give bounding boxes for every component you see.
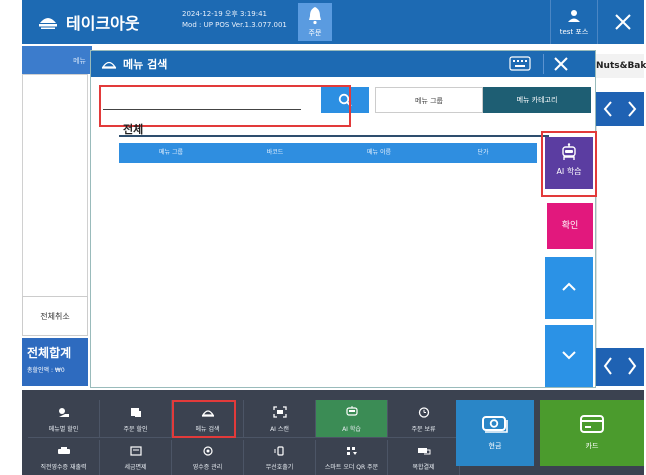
dialog-title: 메뉴 검색 [123, 58, 168, 71]
reprint-receipt-button[interactable]: 직전영수증 재출력 [28, 440, 100, 475]
printer-icon [57, 447, 70, 454]
user-icon [568, 10, 580, 22]
pager-button[interactable]: 무선호출기 [244, 440, 316, 475]
table-header: 메뉴 그룹 바코드 메뉴 이름 단가 [119, 143, 537, 163]
order-hold-label: 주문 보류 [411, 426, 436, 433]
version-text: Mod : UP POS Ver.1.3.077.001 [182, 21, 287, 29]
pos-screen: 테이크아웃 2024-12-19 오후 3:19:41 Mod : UP POS… [22, 0, 646, 475]
category-tab-nuts-bakes[interactable]: Nuts&Bakes [596, 54, 646, 78]
discount-icon [58, 408, 69, 417]
smart-order-qr-label: 스마트 오더 QR 주문 [324, 464, 379, 471]
cancel-all-button[interactable]: 전체취소 [22, 296, 88, 336]
robot-icon [345, 406, 358, 416]
next-category-button[interactable] [620, 92, 644, 126]
confirm-button[interactable]: 확인 [547, 203, 593, 249]
order-bell-label: 주문 [308, 29, 322, 37]
receipt-management-button[interactable]: 영수증 관리 [172, 440, 244, 475]
dialog-header: 메뉴 검색 [91, 51, 595, 77]
card-payment-button[interactable]: 카드 [540, 400, 644, 466]
menu-discount-label: 메뉴별 할인 [48, 426, 79, 433]
pager-label: 무선호출기 [265, 464, 294, 471]
order-discount-button[interactable]: 주문 할인 [100, 400, 172, 438]
alarm-clock-icon [418, 407, 429, 418]
scan-icon [272, 406, 287, 418]
top-bar: 테이크아웃 2024-12-19 오후 3:19:41 Mod : UP POS… [22, 0, 644, 44]
split-payment-icon [417, 448, 430, 455]
cash-label: 현금 [488, 442, 502, 450]
ai-scan-label: AI 스캔 [270, 426, 289, 433]
scroll-down-button[interactable] [545, 325, 593, 387]
smart-order-qr-button[interactable]: 스마트 오더 QR 주문 [316, 440, 388, 475]
close-icon[interactable] [602, 0, 644, 44]
reprint-receipt-label: 직전영수증 재출력 [40, 464, 87, 471]
scroll-up-button[interactable] [545, 257, 593, 319]
system-info: 2024-12-19 오후 3:19:41 Mod : UP POS Ver.1… [182, 9, 287, 31]
tax-exempt-button[interactable]: 세금면제 [100, 440, 172, 475]
order-hold-button[interactable]: 주문 보류 [388, 400, 460, 438]
menu-discount-button[interactable]: 메뉴별 할인 [28, 400, 100, 438]
column-barcode: 바코드 [266, 149, 284, 156]
cash-payment-button[interactable]: 현금 [456, 400, 534, 466]
order-bell-button[interactable]: 주문 [298, 3, 332, 41]
order-discount-icon [130, 408, 141, 417]
keyboard-icon[interactable] [509, 55, 531, 73]
column-unit-price: 단가 [477, 149, 489, 156]
chevron-up-icon [562, 282, 576, 291]
user-button[interactable]: test 포스 [550, 0, 598, 44]
chevron-left-icon [603, 101, 612, 117]
split-payment-label: 복합결제 [412, 464, 435, 471]
total-discount: 총할인액 : ₩0 [27, 367, 65, 374]
receipt-management-label: 영수증 관리 [192, 464, 223, 471]
credit-card-icon [580, 415, 604, 433]
ai-learn-function-label: AI 학습 [342, 426, 361, 433]
menu-search-highlight-box [172, 400, 236, 438]
menu-search-dialog: 메뉴 검색 메뉴 그룹 메뉴 카테고리 전체 메뉴 그룹 바코드 메뉴 이름 단… [90, 50, 597, 388]
next-page-button[interactable] [620, 348, 644, 386]
receipt-icon [202, 446, 213, 456]
left-menu-tab[interactable]: 메뉴 [22, 46, 92, 74]
qr-code-icon [346, 447, 357, 455]
close-icon[interactable] [551, 54, 571, 74]
all-divider [119, 135, 549, 137]
column-menu-name: 메뉴 이름 [367, 149, 391, 156]
total-summary: 전체합계 총할인액 : ₩0 [22, 338, 88, 386]
chevron-right-icon [628, 357, 637, 375]
split-payment-button[interactable]: 복합결제 [388, 440, 460, 475]
chevron-right-icon [628, 101, 637, 117]
order-discount-label: 주문 할인 [123, 426, 148, 433]
prev-category-button[interactable] [596, 92, 620, 126]
cloche-icon [101, 61, 117, 69]
category-arrows [596, 92, 644, 126]
column-menu-group: 메뉴 그룹 [159, 149, 183, 156]
logo-icon [39, 18, 57, 29]
segment-menu-category[interactable]: 메뉴 카테고리 [483, 87, 591, 113]
page-arrows [596, 348, 644, 386]
pager-icon [274, 446, 284, 456]
ai-learn-function-button[interactable]: AI 학습 [316, 400, 388, 438]
chevron-left-icon [603, 357, 612, 375]
card-label: 카드 [585, 442, 599, 450]
menu-grid-panel [596, 126, 644, 348]
cash-icon [482, 416, 508, 433]
chevron-down-icon [562, 351, 576, 360]
total-title: 전체합계 [27, 346, 72, 360]
header-divider [543, 54, 544, 74]
results-table: 메뉴 그룹 바코드 메뉴 이름 단가 [119, 143, 537, 387]
tax-icon [129, 446, 142, 456]
segment-menu-group[interactable]: 메뉴 그룹 [375, 87, 483, 113]
user-label: test 포스 [559, 28, 589, 36]
ai-learn-highlight-box [541, 131, 597, 197]
app-title: 테이크아웃 [66, 14, 140, 33]
prev-page-button[interactable] [596, 348, 620, 386]
tax-exempt-label: 세금면제 [124, 464, 147, 471]
bell-icon [309, 7, 321, 25]
ai-scan-button[interactable]: AI 스캔 [244, 400, 316, 438]
datetime-text: 2024-12-19 오후 3:19:41 [182, 10, 267, 18]
